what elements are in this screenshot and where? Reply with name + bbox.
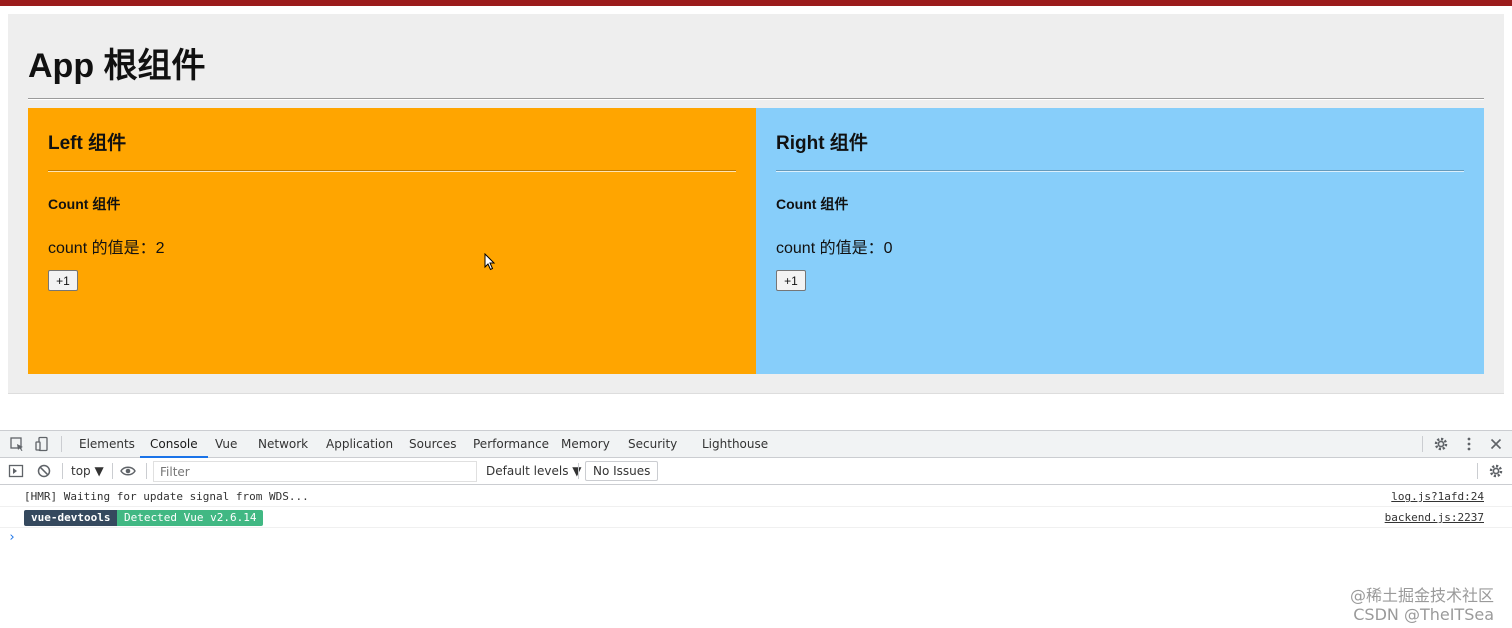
log-message: [HMR] Waiting for update signal from WDS… <box>24 490 309 503</box>
console-log-line: vue-devtools Detected Vue v2.6.14 backen… <box>0 507 1512 528</box>
settings-gear-icon[interactable] <box>1433 436 1449 452</box>
app-title: App 根组件 <box>28 47 206 85</box>
log-levels-dropdown[interactable]: Default levels ▼ <box>486 464 582 478</box>
app-root-component: App 根组件 Left 组件 Count 组件 count 的值是：2 +1 … <box>8 14 1504 394</box>
console-toolbar: top ▼ Default levels ▼ No Issues <box>0 458 1512 485</box>
tab-performance[interactable]: Performance <box>473 431 549 458</box>
right-title: Right 组件 <box>776 133 868 154</box>
watermark: @稀土掘金技术社区 CSDN @TheITSea <box>1350 586 1494 624</box>
tab-vue[interactable]: Vue <box>215 431 237 458</box>
clear-console-icon[interactable] <box>36 463 52 479</box>
mouse-cursor-icon <box>484 253 496 271</box>
divider <box>48 170 736 172</box>
tab-sources[interactable]: Sources <box>409 431 456 458</box>
more-options-icon[interactable] <box>1461 436 1477 452</box>
watermark-line-2: CSDN @TheITSea <box>1353 605 1494 624</box>
log-source-link[interactable]: log.js?1afd:24 <box>1391 490 1484 503</box>
divider <box>776 170 1464 172</box>
divider <box>146 463 147 479</box>
console-prompt-icon[interactable]: › <box>8 530 16 545</box>
tab-application[interactable]: Application <box>326 431 393 458</box>
divider <box>1477 463 1478 479</box>
close-icon[interactable] <box>1488 436 1504 452</box>
right-count-value: count 的值是：0 <box>776 240 893 257</box>
divider <box>61 436 62 452</box>
inspect-element-icon[interactable] <box>9 436 25 452</box>
filter-input[interactable] <box>153 461 477 482</box>
issues-button[interactable]: No Issues <box>585 461 659 481</box>
left-title: Left 组件 <box>48 133 127 154</box>
console-log-line: [HMR] Waiting for update signal from WDS… <box>0 486 1512 507</box>
tab-network[interactable]: Network <box>258 431 308 458</box>
divider <box>112 463 113 479</box>
right-count-title: Count 组件 <box>776 196 849 212</box>
divider <box>578 463 579 479</box>
tab-security[interactable]: Security <box>628 431 677 458</box>
context-selector[interactable]: top ▼ <box>71 464 104 478</box>
devtools-tab-bar: Elements Console Vue Network Application… <box>0 431 1512 458</box>
tab-memory[interactable]: Memory <box>561 431 610 458</box>
devtools-panel: Elements Console Vue Network Application… <box>0 430 1512 628</box>
vue-devtools-badge: vue-devtools <box>24 510 118 526</box>
tab-elements[interactable]: Elements <box>79 431 135 458</box>
left-component: Left 组件 Count 组件 count 的值是：2 +1 <box>28 108 756 374</box>
left-count-title: Count 组件 <box>48 196 121 212</box>
watermark-line-1: @稀土掘金技术社区 <box>1349 586 1494 605</box>
tab-console[interactable]: Console <box>140 431 208 458</box>
sidebar-toggle-icon[interactable] <box>8 463 24 479</box>
divider <box>62 463 63 479</box>
eye-icon[interactable] <box>120 463 136 479</box>
browser-top-bar <box>0 0 1512 6</box>
divider <box>1422 436 1423 452</box>
divider <box>28 98 1484 100</box>
tab-lighthouse[interactable]: Lighthouse <box>702 431 768 458</box>
right-component: Right 组件 Count 组件 count 的值是：0 +1 <box>756 108 1484 374</box>
left-count-value: count 的值是：2 <box>48 240 165 257</box>
right-increment-button[interactable]: +1 <box>776 270 806 291</box>
vue-version-badge: Detected Vue v2.6.14 <box>117 510 264 526</box>
left-increment-button[interactable]: +1 <box>48 270 78 291</box>
console-settings-gear-icon[interactable] <box>1488 463 1504 479</box>
device-toolbar-icon[interactable] <box>34 436 50 452</box>
log-source-link[interactable]: backend.js:2237 <box>1385 511 1484 524</box>
